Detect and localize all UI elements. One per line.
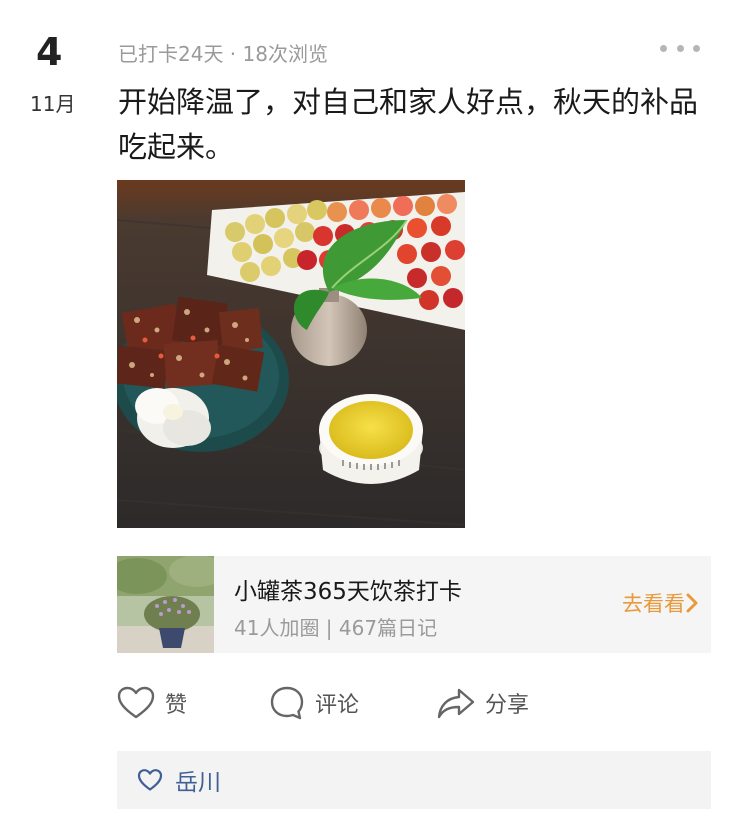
circle-stats: 41人加圈 | 467篇日记: [234, 616, 438, 640]
post-month: 11月: [30, 92, 76, 116]
go-see-label: 去看看: [622, 592, 685, 616]
post-text: 开始降温了，对自己和家人好点，秋天的补品吃起来。: [118, 85, 699, 164]
heart-icon: [117, 686, 155, 719]
comment-label: 评论: [315, 693, 360, 718]
circle-thumbnail: [117, 556, 214, 653]
go-see-link[interactable]: 去看看: [622, 588, 699, 618]
more-dots-icon[interactable]: [660, 40, 700, 56]
heart-outline-small-icon: [137, 769, 163, 791]
post-day: 4: [36, 30, 63, 74]
share-button[interactable]: 分享: [437, 680, 529, 726]
like-label: 赞: [165, 693, 188, 718]
comment-button[interactable]: 评论: [269, 680, 359, 726]
circle-name: 小罐茶365天饮茶打卡: [234, 579, 462, 605]
share-arrow-icon: [437, 688, 475, 719]
share-label: 分享: [485, 693, 530, 718]
liker-name[interactable]: 岳川: [175, 763, 221, 797]
post-meta: 已打卡24天 · 18次浏览: [118, 42, 328, 66]
circle-card[interactable]: 小罐茶365天饮茶打卡 41人加圈 | 467篇日记 去看看: [117, 556, 711, 653]
post-photo[interactable]: [117, 180, 465, 528]
chevron-right-icon: [686, 593, 698, 613]
action-bar: 赞 评论 分享: [117, 680, 711, 726]
like-button[interactable]: 赞: [117, 680, 187, 726]
comment-bubble-icon: [270, 686, 304, 720]
likes-bar: 岳川: [117, 751, 711, 809]
